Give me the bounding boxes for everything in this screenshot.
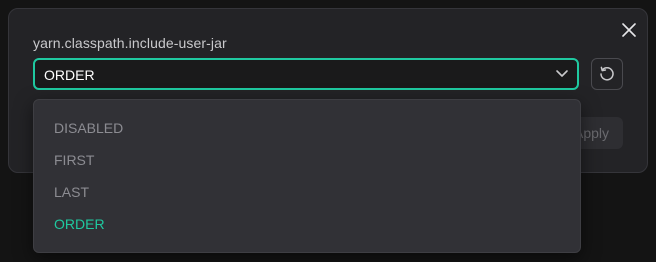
chevron-down-icon [556, 70, 568, 77]
select-value: ORDER [44, 67, 95, 83]
option-last[interactable]: LAST [34, 176, 580, 208]
option-disabled[interactable]: DISABLED [34, 112, 580, 144]
close-icon [622, 23, 636, 37]
field-label: yarn.classpath.include-user-jar [33, 35, 227, 51]
close-button[interactable] [618, 19, 640, 41]
reset-icon [600, 66, 614, 81]
reset-button[interactable] [591, 58, 623, 90]
option-first[interactable]: FIRST [34, 144, 580, 176]
option-order[interactable]: ORDER [34, 208, 580, 240]
select-dropdown-menu: DISABLED FIRST LAST ORDER [33, 99, 581, 253]
value-select[interactable]: ORDER [33, 58, 579, 90]
